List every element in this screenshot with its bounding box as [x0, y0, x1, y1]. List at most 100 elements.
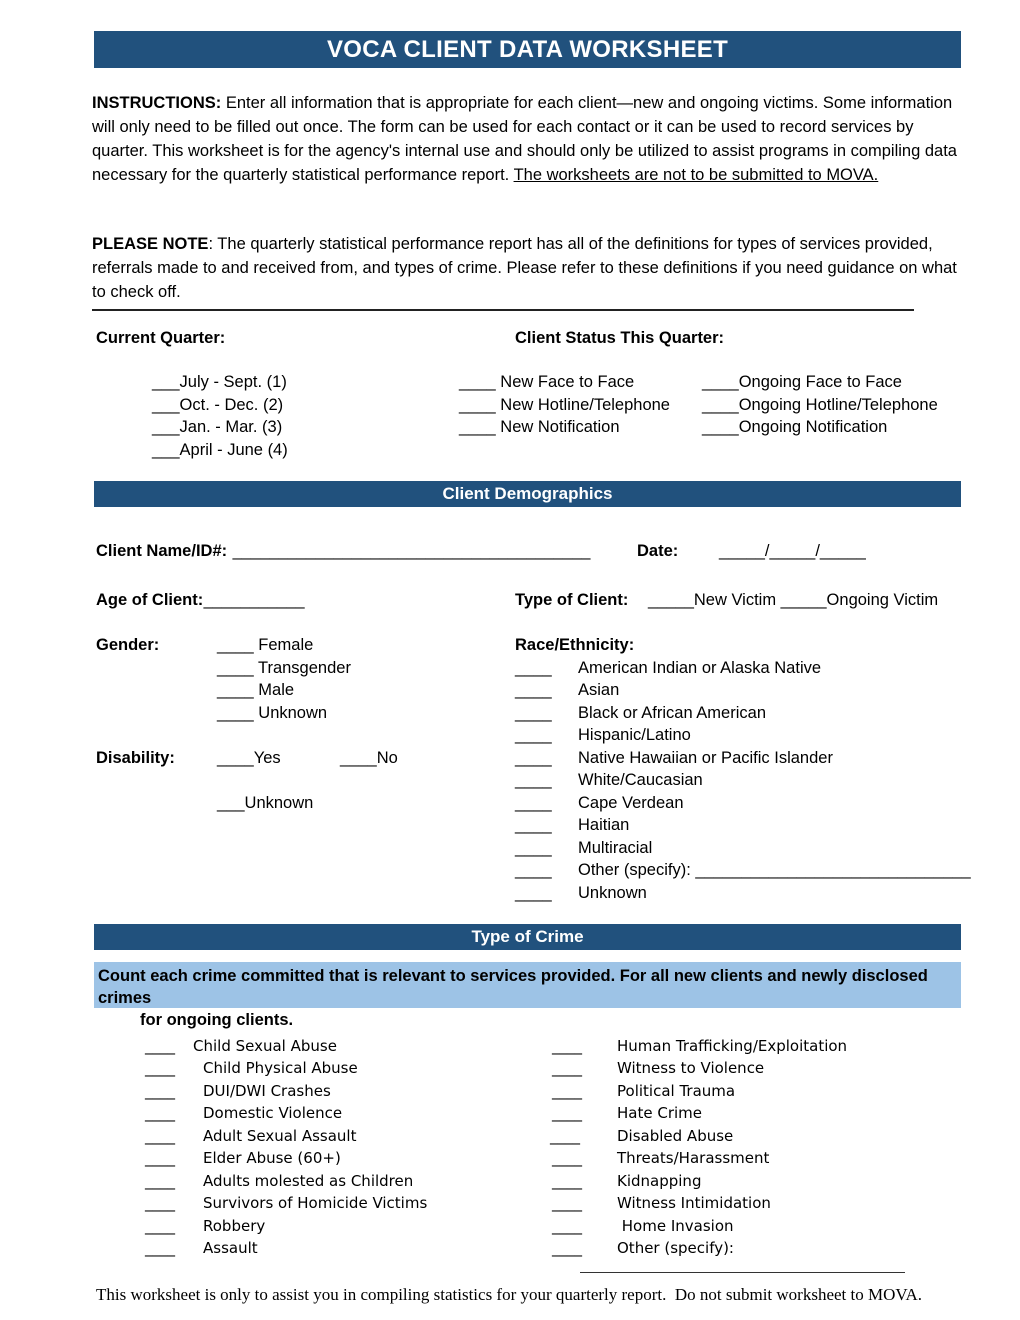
please-note-body: : The quarterly statistical performance … — [92, 235, 957, 301]
quarter-option-q3[interactable]: ___Jan. - Mar. (3) — [152, 416, 282, 438]
crime-blank-l6[interactable]: ____ — [145, 1170, 175, 1192]
crime-blank-r4[interactable]: ____ — [550, 1125, 580, 1147]
race-option-native-hawaiian[interactable]: Native Hawaiian or Pacific Islander — [578, 747, 833, 769]
crime-other-input-line[interactable] — [580, 1272, 905, 1273]
crime-option-other[interactable]: Other (specify): — [617, 1237, 734, 1259]
status-new-notification[interactable]: ____ New Notification — [459, 416, 620, 438]
type-of-client-label: Type of Client: — [515, 591, 629, 609]
disability-option-yes[interactable]: ____Yes — [217, 747, 281, 769]
race-option-white[interactable]: White/Caucasian — [578, 769, 703, 791]
race-blank-4[interactable]: ____ — [515, 747, 552, 769]
crime-blank-l9[interactable]: ____ — [145, 1237, 175, 1259]
gender-option-female[interactable]: ____ Female — [217, 634, 313, 656]
instructions-underlined: The worksheets are not to be submitted t… — [513, 166, 879, 184]
crime-option-witness-intimidation[interactable]: Witness Intimidation — [617, 1192, 771, 1214]
gender-label: Gender: — [96, 636, 160, 654]
race-blank-10[interactable]: ____ — [515, 882, 552, 904]
gender-option-male[interactable]: ____ Male — [217, 679, 294, 701]
crime-option-child-physical-abuse[interactable]: Child Physical Abuse — [203, 1057, 358, 1079]
race-option-multiracial[interactable]: Multiracial — [578, 837, 652, 859]
crime-blank-r9[interactable]: ____ — [552, 1237, 582, 1259]
type-of-client-options[interactable]: _____New Victim _____Ongoing Victim — [648, 589, 938, 611]
disability-label: Disability: — [96, 749, 175, 767]
crime-option-dui-dwi-crashes[interactable]: DUI/DWI Crashes — [203, 1080, 331, 1102]
crime-instruction-line-1: Count each crime committed that is relev… — [98, 967, 928, 1007]
crime-blank-r6[interactable]: ____ — [552, 1170, 582, 1192]
crime-option-witness-to-violence[interactable]: Witness to Violence — [617, 1057, 764, 1079]
age-of-client-input-line[interactable]: ___________ — [199, 589, 305, 611]
status-ongoing-hotline[interactable]: ____Ongoing Hotline/Telephone — [702, 394, 938, 416]
crime-option-robbery[interactable]: Robbery — [203, 1215, 265, 1237]
crime-option-kidnapping[interactable]: Kidnapping — [617, 1170, 701, 1192]
status-ongoing-notification[interactable]: ____Ongoing Notification — [702, 416, 887, 438]
race-blank-7[interactable]: ____ — [515, 814, 552, 836]
crime-blank-l5[interactable]: ____ — [145, 1147, 175, 1169]
date-label: Date: — [637, 542, 679, 560]
page-title: VOCA CLIENT DATA WORKSHEET — [326, 35, 729, 63]
instructions-label: INSTRUCTIONS: — [92, 94, 222, 112]
date-input-line[interactable]: _____/_____/_____ — [719, 540, 866, 562]
crime-option-threats-harassment[interactable]: Threats/Harassment — [617, 1147, 769, 1169]
quarter-option-q1[interactable]: ___July - Sept. (1) — [152, 371, 287, 393]
status-new-face-to-face[interactable]: ____ New Face to Face — [459, 371, 634, 393]
crime-blank-l7[interactable]: ____ — [145, 1192, 175, 1214]
quarter-option-q2[interactable]: ___Oct. - Dec. (2) — [152, 394, 283, 416]
crime-blank-l4[interactable]: ____ — [145, 1125, 175, 1147]
race-blank-9[interactable]: ____ — [515, 859, 552, 881]
race-blank-1[interactable]: ____ — [515, 679, 552, 701]
crime-blank-l0[interactable]: ____ — [145, 1035, 175, 1057]
crime-blank-l2[interactable]: ____ — [145, 1080, 175, 1102]
crime-option-human-trafficking[interactable]: Human Trafficking/Exploitation — [617, 1035, 847, 1057]
gender-option-unknown[interactable]: ____ Unknown — [217, 702, 327, 724]
race-option-cape-verdean[interactable]: Cape Verdean — [578, 792, 684, 814]
document-title-bar: VOCA CLIENT DATA WORKSHEET — [94, 31, 961, 68]
race-option-other[interactable]: Other (specify): _______________________… — [578, 859, 971, 881]
disability-option-unknown[interactable]: ___Unknown — [217, 792, 313, 814]
crime-option-home-invasion[interactable]: Home Invasion — [617, 1215, 734, 1237]
crime-option-assault[interactable]: Assault — [203, 1237, 258, 1259]
race-option-hispanic[interactable]: Hispanic/Latino — [578, 724, 691, 746]
crime-blank-l8[interactable]: ____ — [145, 1215, 175, 1237]
crime-blank-r3[interactable]: ____ — [552, 1102, 582, 1124]
crime-blank-r5[interactable]: ____ — [552, 1147, 582, 1169]
race-blank-0[interactable]: ____ — [515, 657, 552, 679]
section-title-demographics: Client Demographics — [442, 484, 613, 503]
crime-option-hate-crime[interactable]: Hate Crime — [617, 1102, 702, 1124]
crime-option-political-trauma[interactable]: Political Trauma — [617, 1080, 735, 1102]
crime-option-child-sexual-abuse[interactable]: Child Sexual Abuse — [193, 1035, 337, 1057]
crime-option-domestic-violence[interactable]: Domestic Violence — [203, 1102, 342, 1124]
race-option-haitian[interactable]: Haitian — [578, 814, 629, 836]
crime-option-adults-molested-as-children[interactable]: Adults molested as Children — [203, 1170, 413, 1192]
disability-option-no[interactable]: ____No — [340, 747, 398, 769]
crime-option-adult-sexual-assault[interactable]: Adult Sexual Assault — [203, 1125, 356, 1147]
crime-instruction-band: Count each crime committed that is relev… — [94, 962, 961, 1029]
quarter-option-q4[interactable]: ___April - June (4) — [152, 439, 288, 461]
client-name-label: Client Name/ID#: — [96, 542, 228, 560]
crime-blank-r7[interactable]: ____ — [552, 1192, 582, 1214]
race-option-black[interactable]: Black or African American — [578, 702, 766, 724]
race-blank-6[interactable]: ____ — [515, 792, 552, 814]
race-blank-3[interactable]: ____ — [515, 724, 552, 746]
crime-blank-l3[interactable]: ____ — [145, 1102, 175, 1124]
gender-option-transgender[interactable]: ____ Transgender — [217, 657, 351, 679]
crime-instruction-text: Count each crime committed that is relev… — [98, 965, 958, 1031]
crime-blank-l1[interactable]: ____ — [145, 1057, 175, 1079]
status-ongoing-face-to-face[interactable]: ____Ongoing Face to Face — [702, 371, 902, 393]
crime-option-survivors-of-homicide-victims[interactable]: Survivors of Homicide Victims — [203, 1192, 427, 1214]
crime-option-disabled-abuse[interactable]: Disabled Abuse — [617, 1125, 733, 1147]
crime-option-elder-abuse[interactable]: Elder Abuse (60+) — [203, 1147, 341, 1169]
race-option-american-indian[interactable]: American Indian or Alaska Native — [578, 657, 821, 679]
footer-note: This worksheet is only to assist you in … — [96, 1285, 922, 1304]
crime-instruction-line-2: for ongoing clients. — [140, 1011, 294, 1029]
status-new-hotline[interactable]: ____ New Hotline/Telephone — [459, 394, 670, 416]
client-name-input-line[interactable]: _______________________________________ — [228, 540, 591, 562]
race-option-asian[interactable]: Asian — [578, 679, 619, 701]
race-blank-8[interactable]: ____ — [515, 837, 552, 859]
race-blank-5[interactable]: ____ — [515, 769, 552, 791]
crime-blank-r0[interactable]: ____ — [552, 1035, 582, 1057]
crime-blank-r1[interactable]: ____ — [552, 1057, 582, 1079]
race-blank-2[interactable]: ____ — [515, 702, 552, 724]
crime-blank-r8[interactable]: ____ — [552, 1215, 582, 1237]
crime-blank-r2[interactable]: ____ — [552, 1080, 582, 1102]
race-option-unknown[interactable]: Unknown — [578, 882, 647, 904]
